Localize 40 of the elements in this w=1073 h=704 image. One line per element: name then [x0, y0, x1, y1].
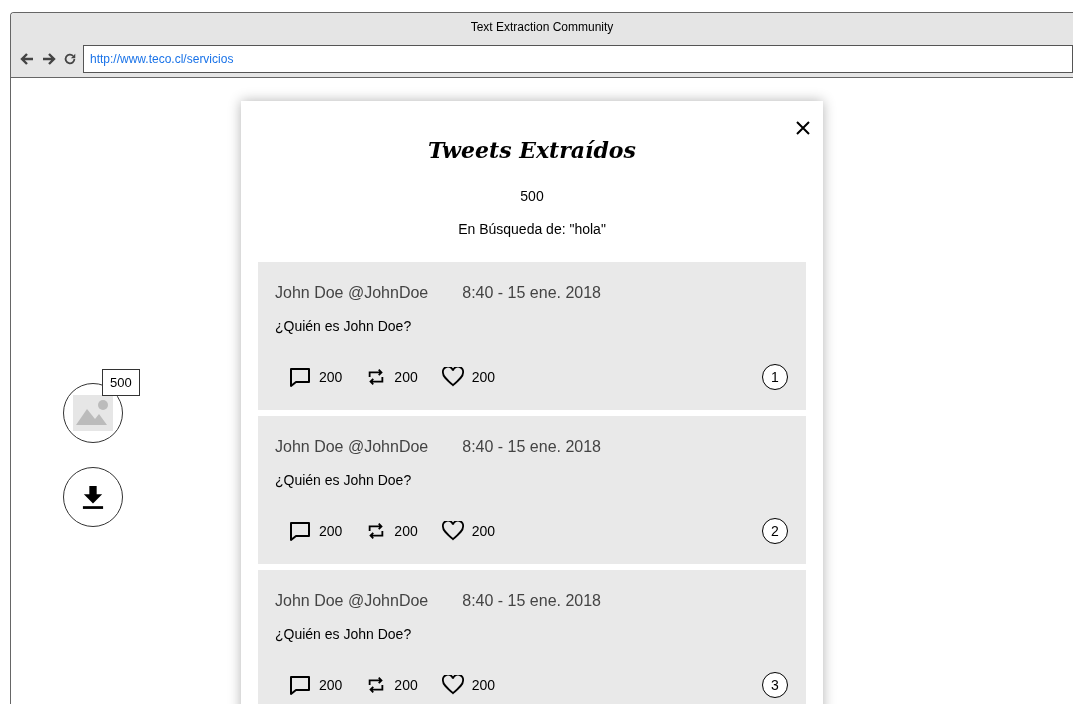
tweet-time: 8:40 - 15 ene. 2018 — [462, 284, 601, 302]
comment-icon[interactable] — [289, 520, 311, 542]
like-count: 200 — [471, 369, 496, 385]
tweet-number: 1 — [762, 364, 788, 390]
retweet-count: 200 — [394, 523, 418, 539]
tweet-author: John Doe @JohnDoe — [275, 438, 429, 456]
reply-count: 200 — [319, 369, 343, 385]
tweet-author: John Doe @JohnDoe — [275, 592, 429, 610]
close-icon[interactable] — [796, 121, 810, 135]
tweet-author: John Doe @JohnDoe — [275, 284, 429, 302]
comment-icon[interactable] — [289, 674, 311, 696]
tweet-text: ¿Quién es John Doe? — [275, 626, 413, 642]
like-count: 200 — [471, 523, 496, 539]
forward-icon[interactable] — [41, 51, 57, 67]
retweet-count: 200 — [394, 677, 418, 693]
tweet-time: 8:40 - 15 ene. 2018 — [462, 438, 601, 456]
tweet-time: 8:40 - 15 ene. 2018 — [462, 592, 601, 610]
count-badge: 500 — [102, 369, 140, 396]
download-button[interactable] — [63, 467, 123, 527]
search-query: En Búsqueda de: "hola" — [457, 221, 607, 237]
dialog-title: Tweets Extraídos — [427, 137, 637, 163]
reload-icon[interactable] — [63, 52, 77, 66]
tweet-number: 3 — [762, 672, 788, 698]
retweet-count: 200 — [394, 369, 418, 385]
image-icon — [73, 395, 113, 431]
window-title: Text Extraction Community — [470, 20, 614, 34]
tweet-text: ¿Quién es John Doe? — [275, 472, 413, 488]
download-icon — [82, 484, 104, 510]
back-icon[interactable] — [19, 51, 35, 67]
heart-icon[interactable] — [441, 675, 464, 695]
reply-count: 200 — [319, 677, 343, 693]
like-count: 200 — [471, 677, 496, 693]
tweet-count: 500 — [519, 188, 545, 204]
reply-count: 200 — [319, 523, 343, 539]
address-field[interactable]: http://www.teco.cl/servicios — [83, 45, 1073, 73]
comment-icon[interactable] — [289, 366, 311, 388]
tweet-text: ¿Quién es John Doe? — [275, 318, 413, 334]
heart-icon[interactable] — [441, 521, 464, 541]
heart-icon[interactable] — [441, 367, 464, 387]
tweet-number: 2 — [762, 518, 788, 544]
